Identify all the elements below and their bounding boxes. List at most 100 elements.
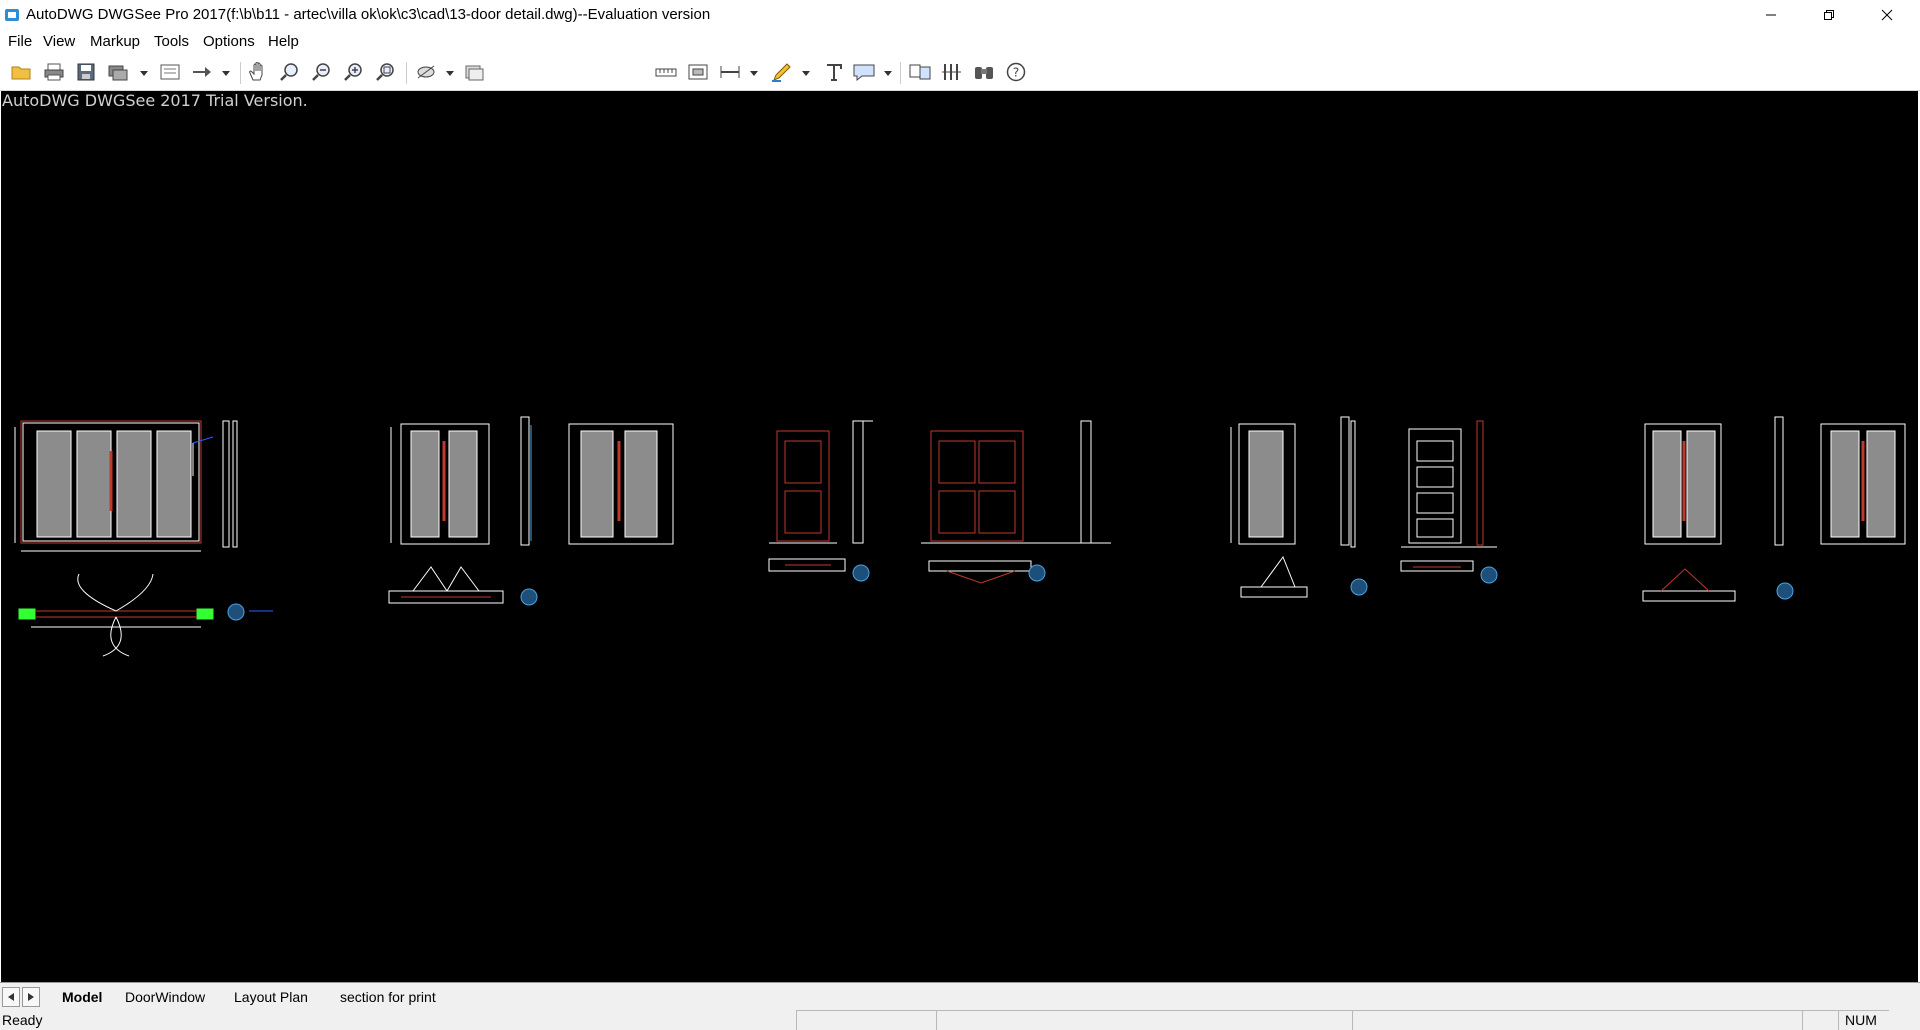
drawing-canvas[interactable]: AutoDWG DWGSee 2017 Trial Version. (1, 91, 1918, 982)
print-button[interactable] (42, 61, 66, 83)
menu-tools[interactable]: Tools (154, 33, 189, 50)
zoom-out-button[interactable] (310, 61, 334, 83)
door-d2-plan (388, 566, 538, 606)
zoom-window-icon (280, 63, 298, 81)
door-d5-elevation (1230, 416, 1356, 548)
restore-button[interactable] (1800, 0, 1858, 30)
door-d1-elevation (14, 420, 238, 552)
svg-text:?: ? (1013, 66, 1019, 80)
door-d6-plan (1400, 560, 1498, 584)
dimension-dropdown[interactable] (750, 71, 758, 76)
door-d4-elevation (921, 420, 1111, 544)
hatch-button[interactable] (940, 61, 964, 83)
status-pane (936, 1010, 1353, 1030)
menu-view[interactable]: View (43, 33, 75, 50)
tab-next-button[interactable] (22, 987, 40, 1007)
comment-dropdown[interactable] (884, 71, 892, 76)
batch-print-dropdown[interactable] (140, 71, 148, 76)
compare-button[interactable] (908, 61, 932, 83)
status-bar: Ready NUM (0, 1010, 1920, 1030)
pan-button[interactable] (246, 61, 270, 83)
toolbar: 0 ? (0, 54, 1920, 138)
dimension-button[interactable] (718, 61, 742, 83)
page-setup-button[interactable] (158, 61, 182, 83)
layer-state-dropdown[interactable] (446, 71, 454, 76)
menu-markup[interactable]: Markup (90, 33, 140, 50)
door-d7-elevation (1644, 416, 1906, 546)
minimize-icon (1766, 14, 1776, 16)
select-dropdown[interactable] (222, 71, 230, 76)
status-pane (1802, 1010, 1839, 1030)
page-setup-icon (160, 64, 180, 80)
menu-options[interactable]: Options (203, 33, 255, 50)
zoom-extents-button[interactable] (374, 61, 398, 83)
measure-area-icon (688, 64, 708, 80)
zoom-window-button[interactable] (278, 61, 302, 83)
tab-section-for-print[interactable]: section for print (340, 989, 436, 1005)
text-icon (827, 64, 842, 81)
status-pane (1352, 1010, 1803, 1030)
status-pane (796, 1010, 937, 1030)
open-button[interactable] (10, 61, 34, 83)
save-button[interactable] (74, 61, 98, 83)
find-button[interactable] (972, 61, 996, 83)
open-folder-icon (11, 66, 31, 80)
door-d5-plan (1240, 555, 1368, 598)
markup-pen-dropdown[interactable] (802, 71, 810, 76)
num-lock-text: NUM (1845, 1012, 1877, 1028)
layout-tab-bar: Model DoorWindow Layout Plan section for… (0, 982, 1920, 1011)
measure-distance-icon (655, 68, 677, 77)
tab-prev-button[interactable] (2, 987, 20, 1007)
toolbar-separator (406, 62, 407, 84)
arrow-select-icon (193, 67, 211, 77)
title-bar: AutoDWG DWGSee Pro 2017(f:\b\b11 - artec… (0, 0, 1920, 30)
help-button[interactable]: ? (1004, 61, 1028, 83)
select-button[interactable] (190, 61, 214, 83)
zoom-in-button[interactable] (342, 61, 366, 83)
tab-doorwindow[interactable]: DoorWindow (125, 989, 205, 1005)
save-icon (77, 63, 95, 81)
zoom-out-icon (312, 63, 330, 81)
comment-icon (853, 64, 875, 81)
window-title: AutoDWG DWGSee Pro 2017(f:\b\b11 - artec… (26, 6, 711, 23)
cad-drawing (14, 416, 1906, 657)
tab-model[interactable]: Model (62, 989, 102, 1005)
zoom-in-icon (344, 63, 362, 81)
find-icon (975, 67, 993, 79)
markup-pen-button[interactable] (770, 61, 794, 83)
zoom-extents-icon (376, 63, 394, 81)
batch-print-button[interactable] (106, 61, 130, 83)
layers-icon (465, 65, 484, 81)
layer-state-button[interactable] (414, 61, 438, 83)
minimize-button[interactable] (1742, 0, 1800, 30)
menu-help[interactable]: Help (268, 33, 299, 50)
tab-layout-plan[interactable]: Layout Plan (234, 989, 308, 1005)
dimension-icon (720, 66, 740, 78)
comment-button[interactable] (852, 61, 876, 83)
layers-button[interactable] (462, 61, 486, 83)
pan-hand-icon (249, 62, 263, 81)
door-d2-elevation (390, 416, 674, 546)
num-lock-indicator: NUM (1838, 1010, 1889, 1030)
text-button[interactable] (822, 61, 846, 83)
layer-state-icon (417, 65, 435, 79)
app-icon (5, 9, 19, 21)
door-d7-plan (1642, 568, 1794, 602)
measure-area-button[interactable] (686, 61, 710, 83)
markup-pen-icon (772, 63, 791, 82)
menu-bar: File View Markup Tools Options Help (0, 30, 1920, 54)
hatch-icon (942, 64, 961, 80)
door-d3-plan (768, 558, 870, 582)
door-d4-plan (928, 560, 1046, 584)
print-icon (44, 63, 64, 81)
close-icon (1881, 9, 1893, 21)
door-d1-plan (18, 573, 273, 657)
menu-file[interactable]: File (8, 33, 32, 50)
chevron-left-icon (8, 993, 14, 1001)
chevron-right-icon (28, 993, 34, 1001)
door-d3-elevation (769, 420, 873, 544)
close-button[interactable] (1858, 0, 1916, 30)
measure-distance-button[interactable] (654, 61, 678, 83)
door-d6-elevation (1401, 420, 1497, 548)
toolbar-separator (240, 62, 241, 84)
